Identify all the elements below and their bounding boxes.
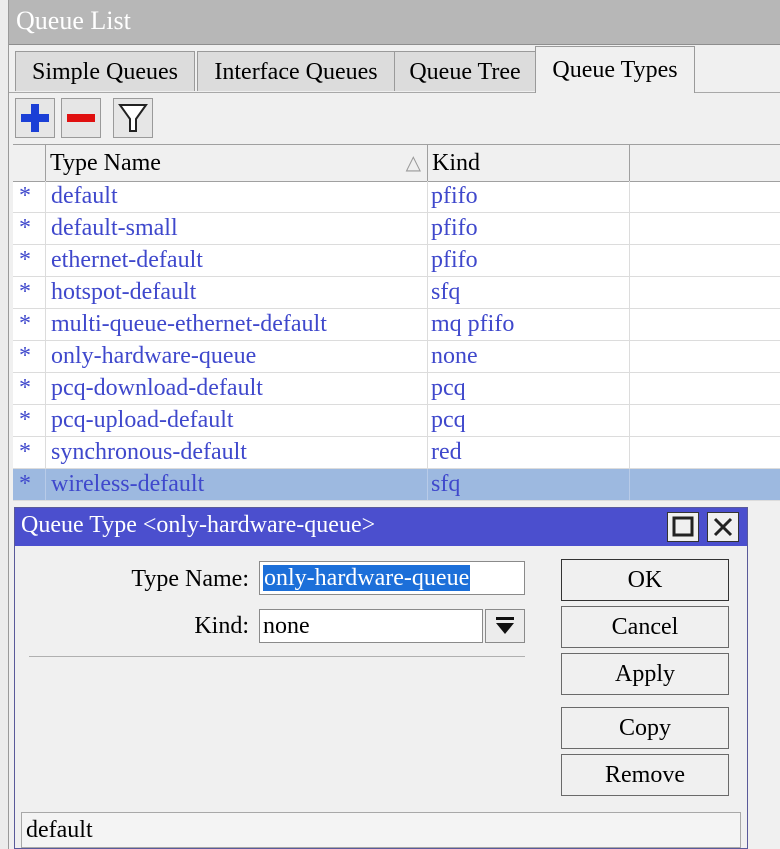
close-icon: [713, 517, 733, 537]
row-type-name: multi-queue-ethernet-default: [51, 311, 327, 337]
row-kind: none: [431, 343, 478, 369]
row-kind: red: [431, 439, 462, 465]
table-row-selected[interactable]: * wireless-default sfq: [13, 469, 780, 501]
table-row[interactable]: * ethernet-default pfifo: [13, 245, 780, 277]
row-marker: *: [19, 439, 31, 465]
table-row[interactable]: * multi-queue-ethernet-default mq pfifo: [13, 309, 780, 341]
sort-ascending-icon: △: [405, 152, 421, 174]
window-titlebar[interactable]: Queue List: [9, 0, 780, 45]
add-icon: [21, 104, 49, 132]
kind-value: none: [263, 613, 310, 639]
table-row[interactable]: * default-small pfifo: [13, 213, 780, 245]
tab-simple-queues[interactable]: Simple Queues: [15, 51, 195, 91]
filter-icon: [118, 104, 148, 132]
row-marker: *: [19, 343, 31, 369]
copy-button[interactable]: Copy: [561, 707, 729, 749]
kind-dropdown-button[interactable]: [485, 609, 525, 643]
table-row[interactable]: * pcq-download-default pcq: [13, 373, 780, 405]
row-marker: *: [19, 407, 31, 433]
type-name-value: only-hardware-queue: [263, 565, 471, 591]
kind-label: Kind:: [194, 613, 249, 639]
column-header-type-name-label: Type Name: [50, 150, 161, 176]
row-type-name: pcq-upload-default: [51, 407, 234, 433]
row-type-name: wireless-default: [51, 471, 205, 497]
dialog-status-bar: default: [21, 812, 741, 848]
queue-types-table: Type Name △ Kind * default pfifo * defau…: [13, 144, 780, 501]
row-type-name: pcq-download-default: [51, 375, 263, 401]
apply-button[interactable]: Apply: [561, 653, 729, 695]
table-row[interactable]: * hotspot-default sfq: [13, 277, 780, 309]
row-kind: pfifo: [431, 247, 478, 273]
row-type-name: default-small: [51, 215, 178, 241]
filter-button[interactable]: [113, 98, 153, 138]
row-kind: pcq: [431, 375, 466, 401]
row-kind: pcq: [431, 407, 466, 433]
column-header-marker: [13, 145, 46, 181]
table-row[interactable]: * pcq-upload-default pcq: [13, 405, 780, 437]
row-type-name: default: [51, 183, 118, 209]
add-button[interactable]: [15, 98, 55, 138]
row-kind: pfifo: [431, 215, 478, 241]
cancel-button[interactable]: Cancel: [561, 606, 729, 648]
row-type-name: only-hardware-queue: [51, 343, 257, 369]
ok-button[interactable]: OK: [561, 559, 729, 601]
table-header: Type Name △ Kind: [13, 145, 780, 182]
row-kind: sfq: [431, 471, 461, 497]
tab-queue-types[interactable]: Queue Types: [535, 46, 695, 93]
dialog-divider: [29, 656, 525, 657]
dialog-titlebar[interactable]: Queue Type <only-hardware-queue>: [15, 508, 747, 546]
type-name-field[interactable]: only-hardware-queue: [259, 561, 525, 595]
remove-item-button[interactable]: Remove: [561, 754, 729, 796]
table-row[interactable]: * synchronous-default red: [13, 437, 780, 469]
close-button[interactable]: [707, 512, 739, 542]
tab-bar: Simple Queues Interface Queues Queue Tre…: [9, 44, 780, 93]
dropdown-arrow-icon: [496, 617, 514, 634]
row-type-name: hotspot-default: [51, 279, 197, 305]
row-marker: *: [19, 375, 31, 401]
row-kind: mq pfifo: [431, 311, 515, 337]
table-row[interactable]: * default pfifo: [13, 181, 780, 213]
window-title: Queue List: [16, 6, 131, 35]
row-marker: *: [19, 247, 31, 273]
row-marker: *: [19, 471, 31, 497]
table-row[interactable]: * only-hardware-queue none: [13, 341, 780, 373]
row-type-name: ethernet-default: [51, 247, 203, 273]
column-header-kind[interactable]: Kind: [428, 145, 630, 181]
row-marker: *: [19, 215, 31, 241]
maximize-button[interactable]: [667, 512, 699, 542]
kind-select[interactable]: none: [259, 609, 483, 643]
tab-queue-tree[interactable]: Queue Tree: [394, 51, 536, 91]
row-kind: sfq: [431, 279, 461, 305]
remove-icon: [67, 114, 95, 122]
row-type-name: synchronous-default: [51, 439, 247, 465]
type-name-label: Type Name:: [131, 566, 249, 592]
row-marker: *: [19, 279, 31, 305]
tab-interface-queues[interactable]: Interface Queues: [197, 51, 395, 91]
column-header-type-name[interactable]: Type Name △: [46, 145, 428, 181]
maximize-icon: [672, 516, 694, 537]
row-marker: *: [19, 183, 31, 209]
row-kind: pfifo: [431, 183, 478, 209]
row-marker: *: [19, 311, 31, 337]
dialog-title: Queue Type <only-hardware-queue>: [21, 512, 376, 538]
queue-type-dialog: Queue Type <only-hardware-queue> Type Na…: [14, 507, 748, 849]
remove-button[interactable]: [61, 98, 101, 138]
